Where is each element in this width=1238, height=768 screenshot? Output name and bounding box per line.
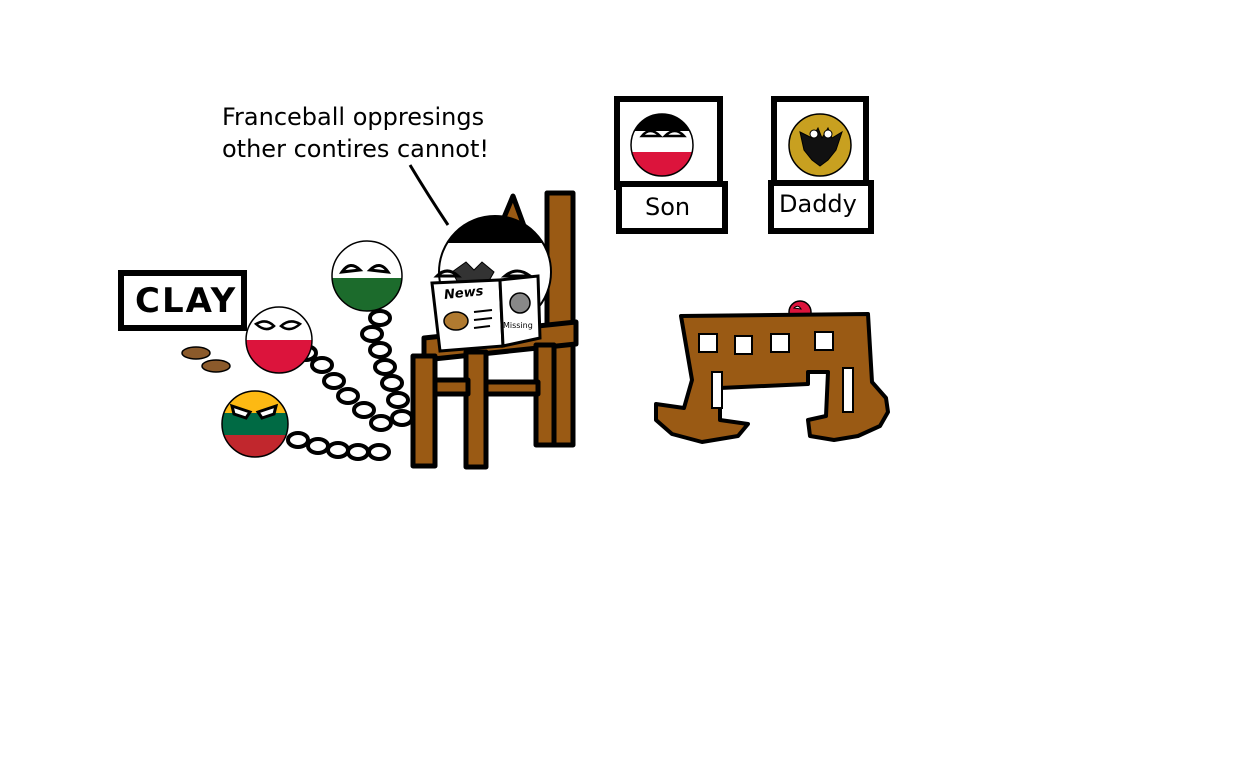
daddy-label: Daddy — [779, 190, 857, 218]
clay-lump — [201, 359, 231, 373]
son-label: Son — [645, 193, 691, 221]
prussia-eye — [433, 269, 462, 278]
speech-tail — [408, 164, 450, 226]
missing-portrait — [509, 292, 531, 314]
clay-lump — [181, 346, 211, 360]
speech-line-2: other contires cannot! — [222, 135, 490, 163]
speech-line-1: Franceball oppresings — [222, 103, 485, 131]
potato-picture — [443, 311, 469, 331]
speech-text: Franceball oppresings other contires can… — [222, 101, 489, 165]
poland-ball — [246, 307, 312, 373]
clay-sign-text: CLAY — [135, 281, 238, 321]
desk — [654, 312, 890, 444]
comic-scene — [118, 96, 890, 470]
missing-label: Missing — [503, 321, 533, 330]
lithuania-ball — [222, 391, 288, 457]
